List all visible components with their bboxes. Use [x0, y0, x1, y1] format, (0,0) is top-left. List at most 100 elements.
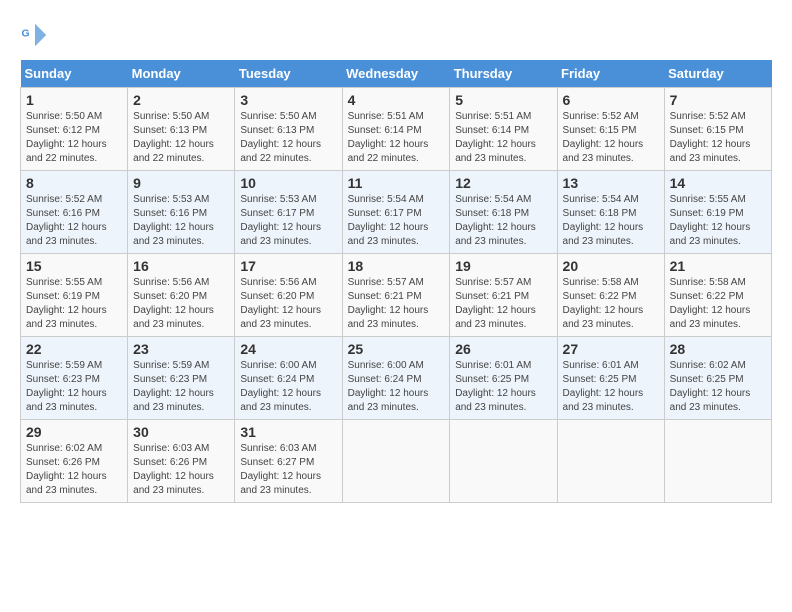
day-number: 23 — [133, 341, 229, 357]
day-number: 15 — [26, 258, 122, 274]
calendar-cell: 16 Sunrise: 5:56 AMSunset: 6:20 PMDaylig… — [128, 254, 235, 337]
day-detail: Sunrise: 5:56 AMSunset: 6:20 PMDaylight:… — [240, 277, 321, 330]
calendar-cell: 31 Sunrise: 6:03 AMSunset: 6:27 PMDaylig… — [235, 420, 342, 503]
day-number: 5 — [455, 92, 551, 108]
calendar-header-row: SundayMondayTuesdayWednesdayThursdayFrid… — [21, 60, 772, 88]
day-detail: Sunrise: 6:02 AMSunset: 6:26 PMDaylight:… — [26, 443, 107, 496]
calendar-cell: 12 Sunrise: 5:54 AMSunset: 6:18 PMDaylig… — [450, 171, 557, 254]
calendar-cell: 24 Sunrise: 6:00 AMSunset: 6:24 PMDaylig… — [235, 337, 342, 420]
day-detail: Sunrise: 6:03 AMSunset: 6:27 PMDaylight:… — [240, 443, 321, 496]
calendar-cell: 10 Sunrise: 5:53 AMSunset: 6:17 PMDaylig… — [235, 171, 342, 254]
day-number: 27 — [563, 341, 659, 357]
day-number: 4 — [348, 92, 445, 108]
day-detail: Sunrise: 6:02 AMSunset: 6:25 PMDaylight:… — [670, 360, 751, 413]
calendar-cell: 14 Sunrise: 5:55 AMSunset: 6:19 PMDaylig… — [664, 171, 771, 254]
calendar-cell: 2 Sunrise: 5:50 AMSunset: 6:13 PMDayligh… — [128, 88, 235, 171]
day-detail: Sunrise: 5:50 AMSunset: 6:13 PMDaylight:… — [240, 111, 321, 164]
calendar-cell: 11 Sunrise: 5:54 AMSunset: 6:17 PMDaylig… — [342, 171, 450, 254]
day-detail: Sunrise: 5:59 AMSunset: 6:23 PMDaylight:… — [133, 360, 214, 413]
day-detail: Sunrise: 5:52 AMSunset: 6:15 PMDaylight:… — [670, 111, 751, 164]
calendar-cell: 6 Sunrise: 5:52 AMSunset: 6:15 PMDayligh… — [557, 88, 664, 171]
day-detail: Sunrise: 5:52 AMSunset: 6:15 PMDaylight:… — [563, 111, 644, 164]
day-number: 14 — [670, 175, 766, 191]
calendar-day-header: Saturday — [664, 60, 771, 88]
day-number: 30 — [133, 424, 229, 440]
day-number: 31 — [240, 424, 336, 440]
day-number: 12 — [455, 175, 551, 191]
calendar-cell: 1 Sunrise: 5:50 AMSunset: 6:12 PMDayligh… — [21, 88, 128, 171]
day-detail: Sunrise: 6:00 AMSunset: 6:24 PMDaylight:… — [348, 360, 429, 413]
day-number: 25 — [348, 341, 445, 357]
header: G — [20, 20, 772, 50]
day-number: 20 — [563, 258, 659, 274]
day-detail: Sunrise: 5:50 AMSunset: 6:12 PMDaylight:… — [26, 111, 107, 164]
calendar-cell: 28 Sunrise: 6:02 AMSunset: 6:25 PMDaylig… — [664, 337, 771, 420]
calendar-cell: 25 Sunrise: 6:00 AMSunset: 6:24 PMDaylig… — [342, 337, 450, 420]
calendar-cell: 13 Sunrise: 5:54 AMSunset: 6:18 PMDaylig… — [557, 171, 664, 254]
day-detail: Sunrise: 5:55 AMSunset: 6:19 PMDaylight:… — [26, 277, 107, 330]
calendar-cell: 15 Sunrise: 5:55 AMSunset: 6:19 PMDaylig… — [21, 254, 128, 337]
day-detail: Sunrise: 5:55 AMSunset: 6:19 PMDaylight:… — [670, 194, 751, 247]
svg-text:G: G — [22, 28, 30, 40]
calendar-cell: 9 Sunrise: 5:53 AMSunset: 6:16 PMDayligh… — [128, 171, 235, 254]
day-detail: Sunrise: 5:58 AMSunset: 6:22 PMDaylight:… — [670, 277, 751, 330]
calendar-cell: 19 Sunrise: 5:57 AMSunset: 6:21 PMDaylig… — [450, 254, 557, 337]
day-number: 1 — [26, 92, 122, 108]
day-number: 17 — [240, 258, 336, 274]
calendar-week-row: 22 Sunrise: 5:59 AMSunset: 6:23 PMDaylig… — [21, 337, 772, 420]
day-number: 28 — [670, 341, 766, 357]
calendar-cell: 20 Sunrise: 5:58 AMSunset: 6:22 PMDaylig… — [557, 254, 664, 337]
day-number: 26 — [455, 341, 551, 357]
calendar-cell — [664, 420, 771, 503]
day-number: 9 — [133, 175, 229, 191]
day-number: 7 — [670, 92, 766, 108]
day-number: 6 — [563, 92, 659, 108]
day-detail: Sunrise: 5:51 AMSunset: 6:14 PMDaylight:… — [455, 111, 536, 164]
day-number: 21 — [670, 258, 766, 274]
calendar-day-header: Thursday — [450, 60, 557, 88]
calendar-day-header: Tuesday — [235, 60, 342, 88]
calendar-week-row: 1 Sunrise: 5:50 AMSunset: 6:12 PMDayligh… — [21, 88, 772, 171]
calendar-cell: 8 Sunrise: 5:52 AMSunset: 6:16 PMDayligh… — [21, 171, 128, 254]
calendar-cell: 5 Sunrise: 5:51 AMSunset: 6:14 PMDayligh… — [450, 88, 557, 171]
day-detail: Sunrise: 5:59 AMSunset: 6:23 PMDaylight:… — [26, 360, 107, 413]
day-detail: Sunrise: 5:53 AMSunset: 6:16 PMDaylight:… — [133, 194, 214, 247]
day-number: 29 — [26, 424, 122, 440]
calendar-day-header: Wednesday — [342, 60, 450, 88]
calendar-cell: 27 Sunrise: 6:01 AMSunset: 6:25 PMDaylig… — [557, 337, 664, 420]
calendar-cell: 7 Sunrise: 5:52 AMSunset: 6:15 PMDayligh… — [664, 88, 771, 171]
calendar-cell: 21 Sunrise: 5:58 AMSunset: 6:22 PMDaylig… — [664, 254, 771, 337]
day-detail: Sunrise: 6:03 AMSunset: 6:26 PMDaylight:… — [133, 443, 214, 496]
day-number: 19 — [455, 258, 551, 274]
day-detail: Sunrise: 5:57 AMSunset: 6:21 PMDaylight:… — [348, 277, 429, 330]
calendar-week-row: 8 Sunrise: 5:52 AMSunset: 6:16 PMDayligh… — [21, 171, 772, 254]
calendar-week-row: 29 Sunrise: 6:02 AMSunset: 6:26 PMDaylig… — [21, 420, 772, 503]
calendar-week-row: 15 Sunrise: 5:55 AMSunset: 6:19 PMDaylig… — [21, 254, 772, 337]
calendar-cell: 17 Sunrise: 5:56 AMSunset: 6:20 PMDaylig… — [235, 254, 342, 337]
day-detail: Sunrise: 5:56 AMSunset: 6:20 PMDaylight:… — [133, 277, 214, 330]
day-number: 13 — [563, 175, 659, 191]
day-detail: Sunrise: 6:01 AMSunset: 6:25 PMDaylight:… — [455, 360, 536, 413]
calendar-cell: 26 Sunrise: 6:01 AMSunset: 6:25 PMDaylig… — [450, 337, 557, 420]
day-number: 10 — [240, 175, 336, 191]
day-number: 16 — [133, 258, 229, 274]
logo: G — [20, 20, 54, 50]
calendar-day-header: Friday — [557, 60, 664, 88]
calendar-table: SundayMondayTuesdayWednesdayThursdayFrid… — [20, 60, 772, 503]
calendar-day-header: Monday — [128, 60, 235, 88]
calendar-cell: 30 Sunrise: 6:03 AMSunset: 6:26 PMDaylig… — [128, 420, 235, 503]
calendar-cell: 3 Sunrise: 5:50 AMSunset: 6:13 PMDayligh… — [235, 88, 342, 171]
day-number: 24 — [240, 341, 336, 357]
calendar-cell — [450, 420, 557, 503]
calendar-cell: 4 Sunrise: 5:51 AMSunset: 6:14 PMDayligh… — [342, 88, 450, 171]
day-number: 22 — [26, 341, 122, 357]
day-number: 3 — [240, 92, 336, 108]
calendar-cell — [342, 420, 450, 503]
day-number: 11 — [348, 175, 445, 191]
day-detail: Sunrise: 5:57 AMSunset: 6:21 PMDaylight:… — [455, 277, 536, 330]
day-detail: Sunrise: 6:01 AMSunset: 6:25 PMDaylight:… — [563, 360, 644, 413]
logo-icon: G — [20, 20, 50, 50]
day-number: 8 — [26, 175, 122, 191]
day-detail: Sunrise: 5:53 AMSunset: 6:17 PMDaylight:… — [240, 194, 321, 247]
calendar-body: 1 Sunrise: 5:50 AMSunset: 6:12 PMDayligh… — [21, 88, 772, 503]
